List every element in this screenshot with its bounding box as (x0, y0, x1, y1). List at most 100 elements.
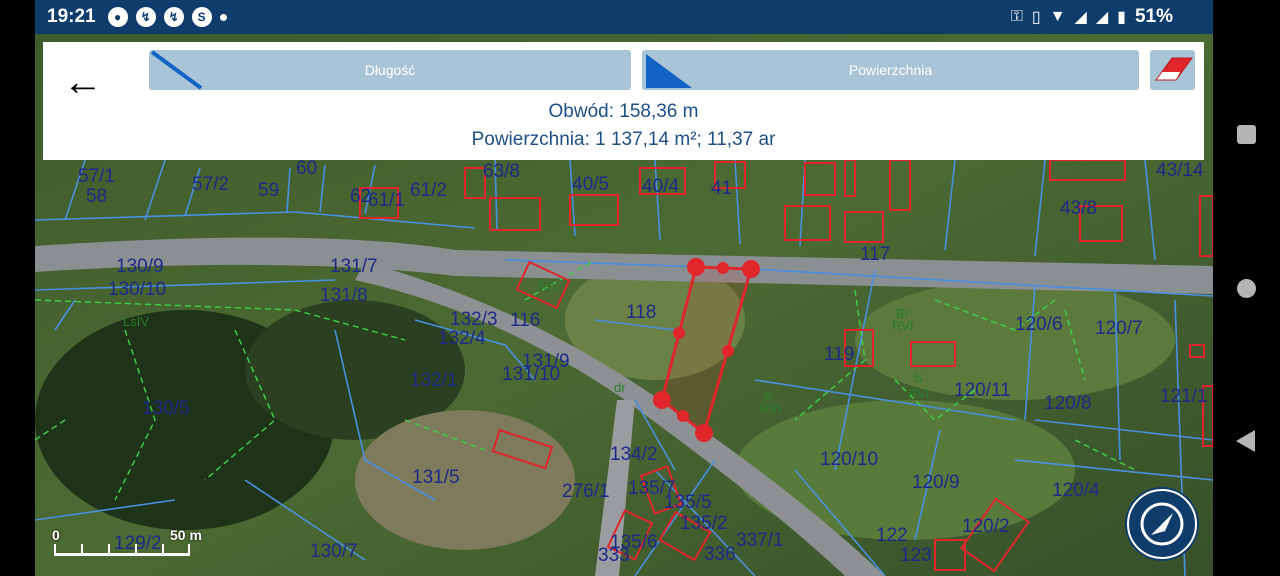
wifi-icon: ▼ (1049, 8, 1066, 25)
parcel-label: 120/2 (962, 516, 1010, 537)
battery-icon: ▮ (1117, 9, 1126, 26)
eraser-icon (1155, 57, 1193, 81)
parcel-label: 118 (626, 302, 657, 323)
messenger-icon: ↯ (163, 7, 184, 27)
parcel-label: 131/8 (320, 285, 368, 306)
parcel-label: 135/5 (664, 492, 712, 513)
vibrate-icon: ▯ (1031, 9, 1041, 26)
parcel-label: 130/10 (108, 279, 167, 300)
polygon-vertex-handle[interactable] (687, 258, 705, 276)
arrow-left-icon: ← (63, 60, 103, 104)
field-area (855, 280, 1175, 400)
polygon-midpoint-handle[interactable] (677, 410, 689, 422)
parcel-label: RVI (760, 401, 782, 416)
clock: 19:21 (47, 6, 96, 27)
perimeter-value: Obwód: 158,36 m (548, 101, 699, 122)
parcel-label: 130/9 (116, 256, 164, 277)
parcel-label: 40/4 (642, 176, 679, 197)
parcel-label: 276/1 (562, 481, 610, 502)
scale-tick (162, 544, 164, 556)
parcel-label: 41 (711, 178, 733, 199)
scale-zero-label: 0 (52, 527, 60, 543)
scale-tick (81, 544, 83, 556)
parcel-label: 61/2 (410, 180, 447, 201)
parcel-label: 130/5 (142, 398, 190, 419)
parcel-label: 120/6 (1015, 314, 1063, 335)
key-icon: ⚿ (1010, 8, 1023, 25)
parcel-label: 57/2 (192, 174, 229, 195)
scale-bar-line (54, 553, 189, 556)
parcel-label: 132/1 (410, 370, 458, 391)
area-value: Powierzchnia: 1 137,14 m²; 11,37 ar (471, 129, 776, 150)
parcel-label: 117 (860, 244, 891, 265)
scale-tick (188, 544, 190, 556)
parcel-label: 120/10 (820, 449, 879, 470)
area-mode-label: Powierzchnia (848, 62, 933, 78)
parcel-label: 120/7 (1095, 318, 1143, 339)
scale-tick (135, 544, 137, 556)
home-button[interactable] (1237, 279, 1256, 298)
parcel-label: dr (614, 380, 626, 395)
signal-icon: ◢ (1095, 9, 1109, 26)
scale-tick (108, 544, 110, 556)
parcel-label: 58 (86, 186, 108, 207)
compass-icon (1127, 489, 1197, 559)
dot-icon (219, 13, 227, 21)
messenger-icon: ↯ (135, 7, 156, 27)
parcel-label: 59 (258, 180, 280, 201)
notification-icons: ● ↯ ↯ S (107, 7, 227, 27)
area-mode-button[interactable]: Powierzchnia (642, 50, 1139, 90)
parcel-label: 120/4 (1052, 480, 1100, 501)
polygon-midpoint-handle[interactable] (717, 262, 729, 274)
back-button[interactable]: ← (61, 62, 105, 106)
scale-bar: 0 50 m (50, 527, 210, 567)
parcel-label: 61/1 (368, 190, 405, 211)
parcel-label: 120/11 (954, 380, 1011, 401)
parcel-label: 120/9 (912, 472, 960, 493)
compass-button[interactable] (1125, 487, 1199, 561)
polygon-vertex-handle[interactable] (695, 424, 713, 442)
scale-tick (54, 544, 56, 556)
polygon-midpoint-handle[interactable] (673, 327, 685, 339)
clearing-area (355, 410, 575, 550)
parcel-label: 43/14 (1156, 160, 1204, 181)
area-triangle-icon (646, 54, 692, 88)
parcel-label: 116 (510, 310, 541, 331)
parcel-label: 130/7 (310, 541, 358, 562)
parcel-label: 336 (704, 544, 736, 565)
clear-button[interactable] (1150, 50, 1195, 90)
parcel-label: 131/5 (412, 467, 460, 488)
back-nav-button[interactable] (1236, 430, 1255, 452)
parcel-label: 131/7 (330, 256, 378, 277)
parcel-label: RVI (892, 318, 914, 333)
polygon-vertex-handle[interactable] (742, 260, 760, 278)
status-bar: 19:21 ● ↯ ↯ S ⚿ ▯ ▼ ◢ ◢ ▮ 51% (35, 0, 1213, 34)
parcel-label: 43/8 (1060, 198, 1097, 219)
parcel-label: 132/4 (438, 328, 486, 349)
system-icons: ⚿ ▯ ▼ ◢ ◢ ▮ 51% (1011, 6, 1173, 28)
scale-max-label: 50 m (170, 527, 202, 543)
parcel-label: 135/2 (680, 513, 728, 534)
recents-button[interactable] (1237, 125, 1256, 144)
parcel-label: 60 (296, 158, 318, 179)
chat-bubble-icon: ● (107, 7, 128, 27)
parcel-label: 134/2 (610, 444, 658, 465)
length-mode-label: Długość (364, 62, 416, 78)
parcel-label: 40/5 (572, 174, 609, 195)
parcel-label: RVI (908, 386, 930, 401)
signal-icon: ◢ (1074, 9, 1087, 26)
parcel-label: 123 (900, 545, 932, 566)
parcel-label: 131/10 (502, 364, 561, 385)
sync-app-icon: S (191, 7, 212, 27)
length-line-icon (150, 50, 203, 90)
polygon-vertex-handle[interactable] (653, 391, 671, 409)
parcel-label: 119 (824, 344, 855, 365)
polygon-midpoint-handle[interactable] (722, 345, 734, 357)
parcel-label: LsIV (123, 314, 150, 329)
length-mode-button[interactable]: Długość (149, 50, 631, 90)
battery-level: 51% (1134, 6, 1173, 27)
parcel-label: RIV (538, 278, 560, 293)
parcel-label: 120/8 (1044, 393, 1092, 414)
parcel-label: 121/1 (1160, 386, 1208, 407)
parcel-label: 57/1 (78, 166, 115, 187)
